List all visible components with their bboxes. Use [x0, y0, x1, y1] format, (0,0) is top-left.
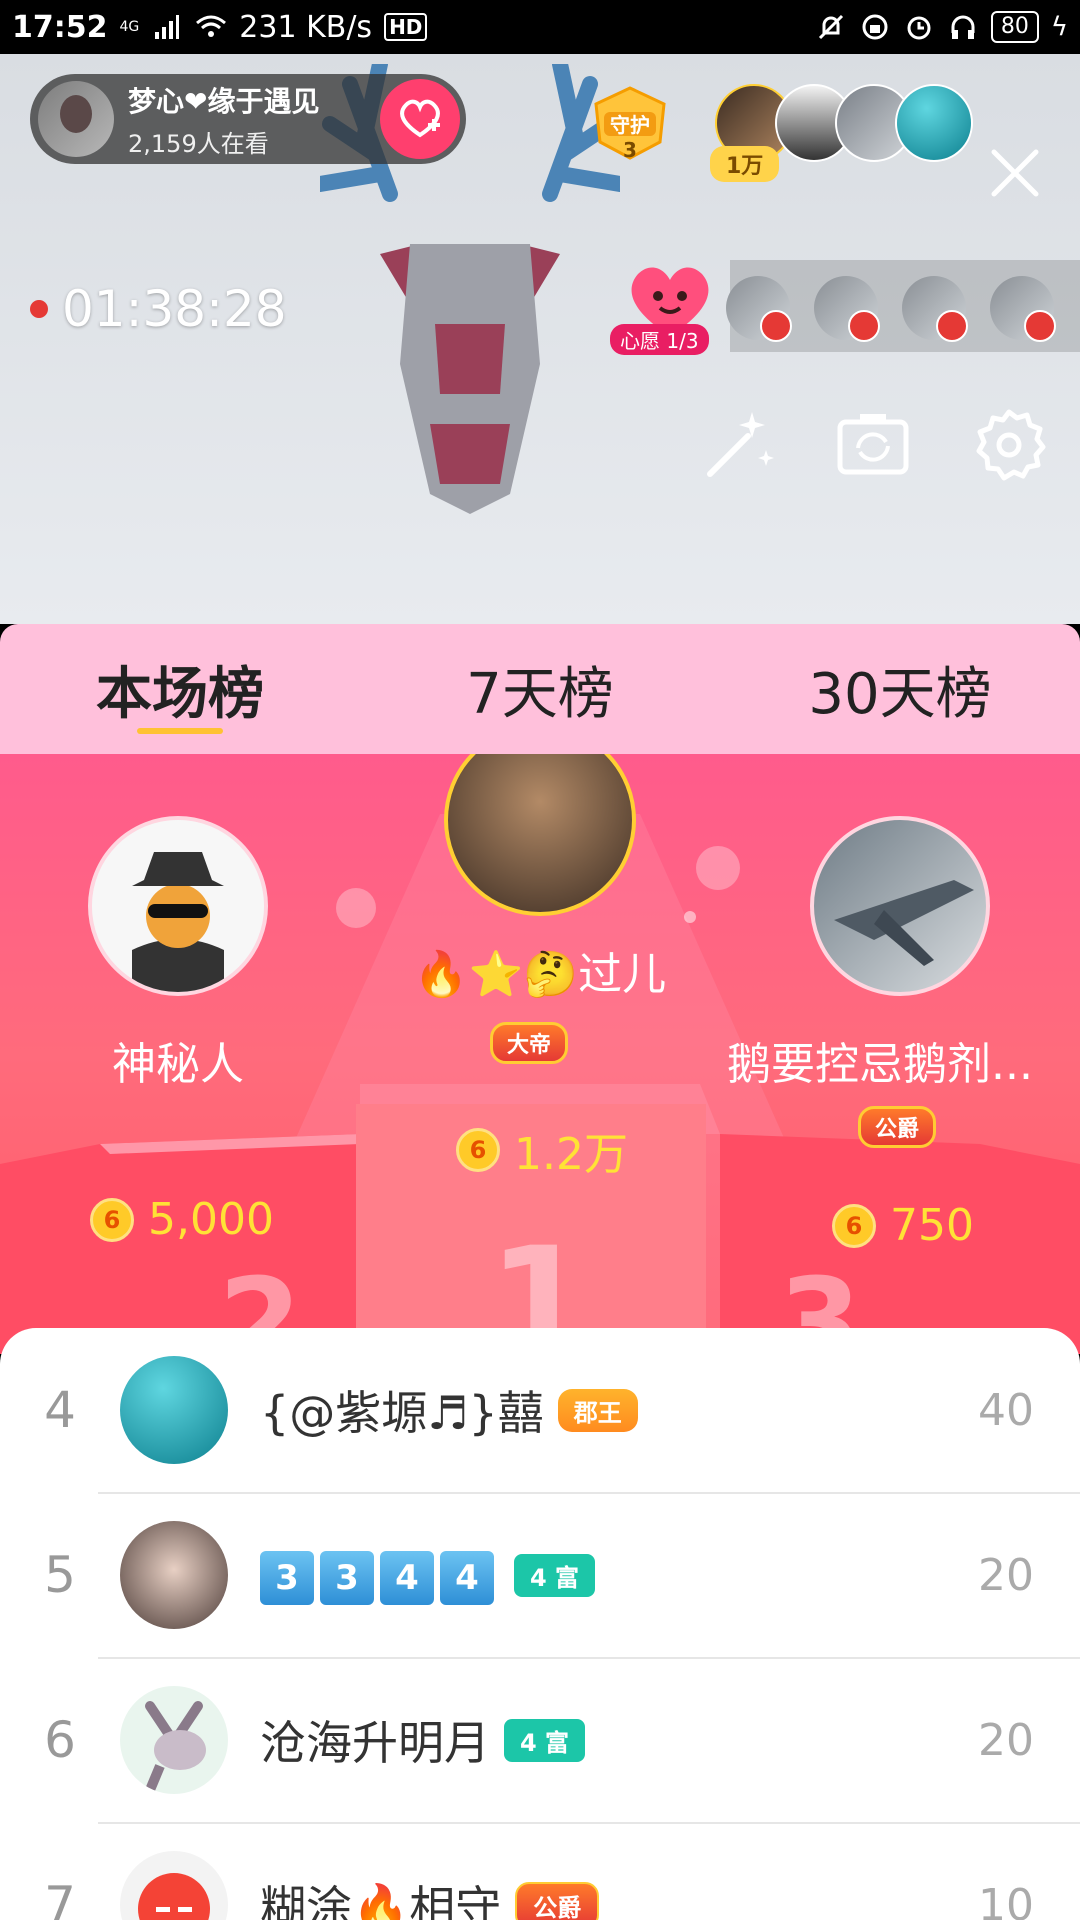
score: 40 [978, 1384, 1034, 1436]
score: 10 [978, 1879, 1034, 1920]
rank-number: 4 [44, 1381, 76, 1439]
status-bar: 17:52 4G 231 KB/s HD 80 ϟ [0, 0, 1080, 54]
list-item[interactable]: 6 沧海升明月 4 富 20 [0, 1658, 1080, 1822]
live-duration: 01:38:28 [62, 280, 287, 338]
wish-avatar[interactable] [902, 276, 968, 342]
score: 20 [978, 1714, 1034, 1766]
tab-30-days[interactable]: 30天榜 [720, 624, 1080, 754]
list-item[interactable]: 4 {@紫塬♬}囍 郡王 40 [0, 1328, 1080, 1492]
rank-badge: 公爵 [515, 1881, 600, 1920]
audience-top-badge: 1万 [710, 146, 780, 182]
red-mascot-icon [138, 1873, 210, 1920]
user-name: 沧海升明月 [260, 1716, 490, 1770]
tab-label: 本场榜 [96, 661, 264, 727]
recording-dot-icon [30, 300, 48, 318]
avatar[interactable] [120, 1686, 228, 1794]
avatar[interactable] [120, 1521, 228, 1629]
streamer-name: 梦心❤缘于遇见 [128, 84, 320, 118]
rank-badge: 郡王 [557, 1388, 638, 1432]
rank-number: 5 [44, 1546, 76, 1604]
battery-level: 80 [990, 11, 1039, 43]
rank-number: 7 [44, 1876, 76, 1920]
tab-label: 7天榜 [466, 661, 614, 727]
user-name: {@紫塬♬}囍 [260, 1386, 544, 1440]
charging-icon: ϟ [1050, 12, 1068, 42]
live-video[interactable]: 梦心❤缘于遇见 2,159人在看 守护 3 1万 01:38:28 心愿 1/3 [0, 54, 1080, 624]
streamer-card[interactable]: 梦心❤缘于遇见 2,159人在看 [30, 74, 466, 164]
guard-badge[interactable]: 守护 3 [586, 84, 674, 164]
wish-avatar[interactable] [814, 276, 880, 342]
wish-progress: 心愿 1/3 [610, 324, 709, 355]
mute-bell-icon [815, 11, 847, 43]
third-place-badge: 公爵 [858, 1106, 937, 1148]
tab-7-days[interactable]: 7天榜 [360, 624, 720, 754]
tab-label: 30天榜 [808, 661, 992, 727]
network-speed: 231 KB/s [239, 9, 373, 45]
score: 20 [978, 1549, 1034, 1601]
beauty-wand-icon[interactable] [700, 406, 778, 484]
fighter-jet-icon [834, 880, 974, 966]
wish-avatar[interactable] [990, 276, 1056, 342]
second-place-avatar[interactable] [88, 816, 268, 996]
second-place-coins: 6 5,000 [90, 1194, 274, 1245]
status-time: 17:52 [12, 9, 108, 45]
audience-avatar[interactable] [895, 84, 973, 162]
headphones-icon [947, 11, 979, 43]
tab-active-indicator [137, 728, 223, 734]
guard-label: 守护 [610, 113, 650, 137]
list-item[interactable]: 7 糊涂🔥相守 公爵 10 [0, 1823, 1080, 1920]
first-place-coin-value: 1.2万 [514, 1129, 628, 1180]
user-name: 糊涂🔥相守 [260, 1881, 502, 1920]
wish-panel[interactable]: 心愿 1/3 [610, 260, 1080, 355]
keycap-digit: 4 [440, 1550, 494, 1605]
live-timer: 01:38:28 [30, 280, 287, 338]
keycap-digit: 3 [260, 1550, 314, 1605]
guard-count: 3 [623, 138, 637, 162]
close-icon[interactable] [990, 148, 1040, 198]
hd-icon: HD [384, 13, 428, 41]
viewer-count: 2,159人在看 [128, 129, 269, 158]
follow-button[interactable] [380, 79, 460, 159]
avatar[interactable] [120, 1851, 228, 1920]
donkey-icon [145, 1701, 206, 1792]
coin-icon: 6 [90, 1197, 134, 1242]
mystery-person-icon [92, 820, 264, 992]
streamer-avatar[interactable] [38, 81, 114, 157]
first-place-name[interactable]: 🔥⭐🤔过儿 [340, 938, 740, 1002]
coin-icon: 6 [456, 1128, 500, 1172]
third-place-avatar[interactable] [810, 816, 990, 996]
wealth-badge: 4 富 [514, 1553, 596, 1597]
third-place-name[interactable]: 鹅要控忌鹅剂... [710, 1028, 1050, 1092]
ranking-tabs: 本场榜 7天榜 30天榜 [0, 624, 1080, 754]
keycap-digit: 4 [380, 1550, 434, 1605]
user-name: 3344 [260, 1546, 500, 1605]
wifi-icon [195, 11, 227, 43]
network-label: 4G [119, 19, 140, 35]
signal-icon [151, 11, 183, 43]
ranking-list[interactable]: 4 {@紫塬♬}囍 郡王 40 5 3344 4 富 20 6 沧海升明月 4 … [0, 1328, 1080, 1920]
keycap-number-name: 3344 [260, 1550, 500, 1605]
podium-section: 1 2 3 🔥⭐🤔过儿 大帝 6 1.2万 神秘人 6 5,000 鹅要控忌鹅剂… [0, 754, 1080, 1354]
coin-icon: 6 [832, 1203, 876, 1248]
heart-plus-icon [400, 99, 440, 138]
settings-gear-icon[interactable] [970, 406, 1048, 484]
first-place-badge: 大帝 [490, 1022, 569, 1064]
keycap-digit: 3 [320, 1550, 374, 1605]
avatar[interactable] [120, 1356, 228, 1464]
second-place-name[interactable]: 神秘人 [28, 1028, 328, 1092]
rank-number: 6 [44, 1711, 76, 1769]
third-place-coins: 6 750 [832, 1200, 974, 1251]
third-place-coin-value: 750 [890, 1200, 974, 1251]
lock-rotation-icon [859, 11, 891, 43]
wish-avatar[interactable] [726, 276, 792, 342]
second-place-coin-value: 5,000 [148, 1194, 274, 1245]
list-item[interactable]: 5 3344 4 富 20 [0, 1493, 1080, 1657]
first-place-coins: 6 1.2万 [456, 1118, 628, 1182]
wealth-badge: 4 富 [504, 1718, 586, 1762]
switch-camera-icon[interactable] [834, 406, 912, 484]
tab-current-session[interactable]: 本场榜 [0, 624, 360, 754]
alarm-icon [903, 11, 935, 43]
